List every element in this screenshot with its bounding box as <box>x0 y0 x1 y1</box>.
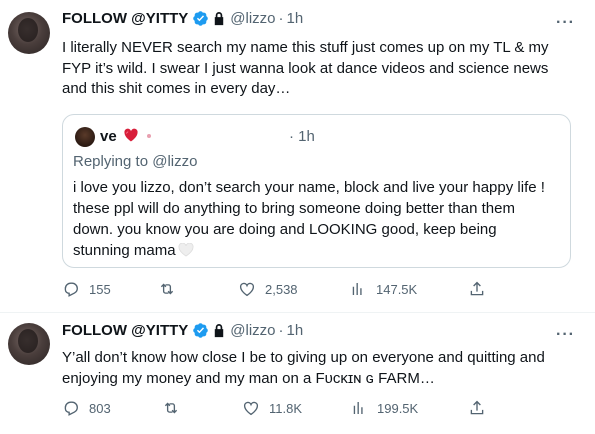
like-button[interactable]: 11.8K <box>242 399 302 417</box>
share-icon <box>470 400 484 415</box>
tweet-header: FOLLOW @YITTY @lizzo · 1h <box>62 322 303 339</box>
more-icon[interactable]: ··· <box>556 14 575 32</box>
display-name[interactable]: FOLLOW @YITTY <box>62 322 188 339</box>
more-icon[interactable]: ··· <box>556 326 575 344</box>
reply-icon <box>64 401 78 416</box>
like-count: 2,538 <box>265 281 298 297</box>
quoted-text-line: i love you lizzo, don’t search your name… <box>73 179 545 196</box>
repost-icon <box>160 283 174 295</box>
separator-dot: · <box>278 10 284 27</box>
tweet[interactable]: FOLLOW @YITTY @lizzo · 1h ··· Y’all don’… <box>0 313 595 434</box>
timestamp[interactable]: 1h <box>287 10 304 27</box>
like-icon <box>239 282 255 297</box>
display-name[interactable]: FOLLOW @YITTY <box>62 10 188 27</box>
view-count: 199.5K <box>377 400 419 416</box>
like-button[interactable]: 2,538 <box>238 280 298 298</box>
reply-button[interactable]: 155 <box>62 280 111 298</box>
avatar[interactable] <box>8 12 50 54</box>
share-icon <box>470 281 484 296</box>
quoted-tweet[interactable]: ve · 1h Replying to @lizzo i love you li… <box>62 114 571 268</box>
quoted-timestamp: · 1h <box>289 128 315 145</box>
tweet-text: Y’all don’t know how close I be to givin… <box>62 348 577 389</box>
handle[interactable]: @lizzo <box>230 322 275 339</box>
views-icon <box>352 283 362 295</box>
tweet-text-line: I literally NEVER search my name this st… <box>62 39 549 56</box>
views-icon <box>353 402 363 414</box>
quoted-avatar <box>75 127 95 147</box>
repost-icon <box>164 402 178 414</box>
reply-icon <box>64 282 78 297</box>
quoted-text-line: stunning mama <box>73 240 545 261</box>
repost-button[interactable] <box>162 399 189 417</box>
reply-button[interactable]: 803 <box>62 399 111 417</box>
timestamp[interactable]: 1h <box>287 322 304 339</box>
tweet-actions: 803 11.8K 199.5K <box>62 399 502 419</box>
tweet-header: FOLLOW @YITTY @lizzo · 1h <box>62 10 303 27</box>
verified-badge-icon <box>193 323 209 338</box>
verified-badge-icon <box>193 11 209 26</box>
views-button[interactable]: 199.5K <box>350 399 418 417</box>
reply-count: 803 <box>89 400 111 416</box>
quoted-display-name: ve <box>100 128 117 145</box>
like-count: 11.8K <box>269 400 303 416</box>
quoted-text-line: down. you know you are doing and LOOKING… <box>73 221 497 238</box>
mention-link[interactable]: @lizzo <box>152 153 197 170</box>
views-button[interactable]: 147.5K <box>349 280 417 298</box>
redacted-name-part <box>147 134 151 138</box>
white-heart-emoji-icon <box>178 243 194 257</box>
tweet-text: I literally NEVER search my name this st… <box>62 38 577 100</box>
tweet-actions: 155 2,538 147.5K <box>62 280 502 300</box>
quoted-text: i love you lizzo, don’t search your name… <box>73 177 545 261</box>
lock-icon <box>215 12 224 26</box>
tweet-text-line: FYP it’s wild. I swear I just wanna look… <box>62 59 549 77</box>
separator-dot: · <box>278 322 284 339</box>
tweet-text-line: Y’all don’t know how close I be to givin… <box>62 349 545 366</box>
share-button[interactable] <box>468 399 486 417</box>
repost-button[interactable] <box>158 280 185 298</box>
tweet-text-line: enjoying my money and my man on a Fᴜᴄᴋɪɴ… <box>62 369 435 387</box>
lock-icon <box>215 324 224 338</box>
replying-to: Replying to @lizzo <box>73 153 198 170</box>
quoted-text-line: these ppl will do anything to bring some… <box>73 200 515 217</box>
reply-count: 155 <box>89 281 111 297</box>
handle[interactable]: @lizzo <box>230 10 275 27</box>
share-button[interactable] <box>468 280 486 298</box>
tweet-text-line: and this shit comes in every day… <box>62 80 291 97</box>
view-count: 147.5K <box>376 281 418 297</box>
heart-emoji-icon <box>124 128 138 142</box>
like-icon <box>243 401 259 416</box>
avatar[interactable] <box>8 323 50 365</box>
tweet[interactable]: FOLLOW @YITTY @lizzo · 1h ··· I literall… <box>0 0 595 312</box>
